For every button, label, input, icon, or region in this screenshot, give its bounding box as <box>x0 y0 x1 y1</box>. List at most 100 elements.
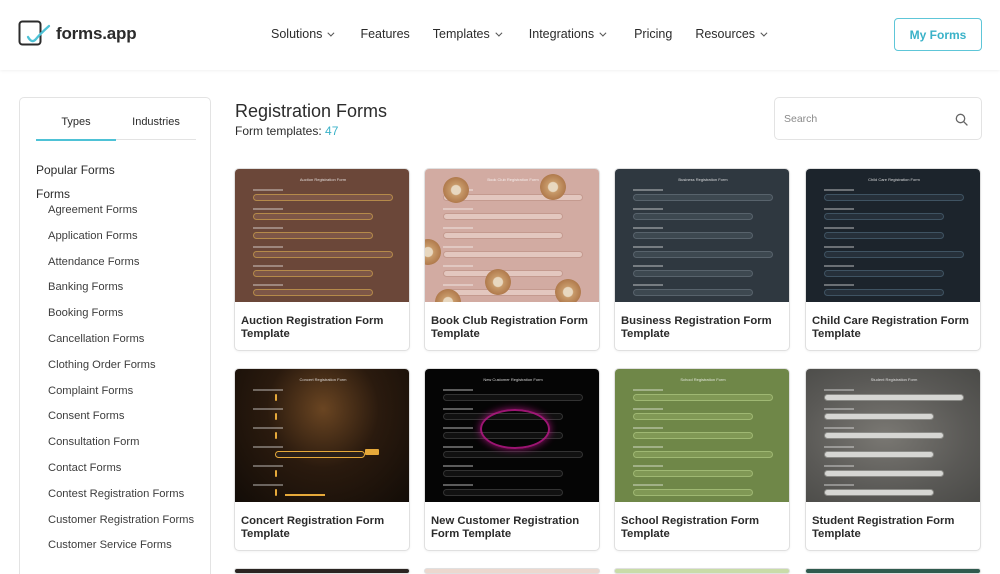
main-nav: Solutions Features Templates Integrations Pr… <box>271 27 768 41</box>
template-card[interactable]: School Registration Form School Registrat… <box>614 368 790 551</box>
template-card[interactable]: Student Registration Form Student Registr… <box>805 368 981 551</box>
sidebar-popular-forms[interactable]: Popular Forms <box>36 163 115 177</box>
chevron-down-icon <box>495 29 503 37</box>
template-thumbnail: Auction Registration Form <box>235 169 409 302</box>
thumbnail-field-label <box>633 484 663 486</box>
thumbnail-field-label <box>633 465 663 467</box>
top-navbar: forms.app Solutions Features Templates Inte… <box>0 0 1000 70</box>
thumbnail-field <box>253 251 393 258</box>
thumbnail-field-label <box>633 389 663 391</box>
thumbnail-field-label <box>824 465 854 467</box>
nav-label: Pricing <box>634 27 673 41</box>
sidebar-item[interactable]: Application Forms <box>48 230 208 243</box>
thumbnail-field-label <box>443 227 473 229</box>
thumbnail-field-label <box>253 446 283 448</box>
donut-decoration <box>485 269 511 295</box>
template-card-partial[interactable] <box>234 568 410 574</box>
thumbnail-field-label <box>443 246 473 248</box>
sidebar-tabs: Types Industries <box>36 114 196 141</box>
nav-label: Templates <box>432 27 490 41</box>
template-card-partial[interactable] <box>614 568 790 574</box>
nav-features[interactable]: Features <box>360 27 409 41</box>
template-card-partial[interactable] <box>805 568 981 574</box>
sidebar-item[interactable]: Cancellation Forms <box>48 333 208 346</box>
template-card[interactable]: Child Care Registration Form Child Care R… <box>805 168 981 351</box>
nav-label: Solutions <box>271 27 323 41</box>
sidebar-item[interactable]: Customer Service Forms <box>48 539 208 552</box>
sidebar-forms-heading[interactable]: Forms <box>36 187 70 201</box>
donut-decoration <box>555 279 581 302</box>
sidebar-item[interactable]: Consultation Form <box>48 436 208 449</box>
template-thumbnail: Student Registration Form <box>806 369 980 502</box>
thumbnail-field <box>633 394 773 401</box>
template-card-title: Student Registration Form Template <box>812 515 955 540</box>
thumbnail-field <box>443 451 583 458</box>
thumbnail-field <box>824 270 944 277</box>
thumbnail-field <box>633 232 753 239</box>
template-card[interactable]: Auction Registration Form Auction Registr… <box>234 168 410 351</box>
thumbnail-field-label <box>633 446 663 448</box>
nav-templates[interactable]: Templates <box>432 27 503 41</box>
search-input[interactable] <box>784 110 944 128</box>
thumbnail-field <box>633 213 753 220</box>
sidebar-item[interactable]: Attendance Forms <box>48 256 208 269</box>
sidebar-item[interactable]: Booking Forms <box>48 307 208 320</box>
thumbnail-field-label <box>633 227 663 229</box>
tab-types[interactable]: Types <box>36 114 116 141</box>
thumbnail-field <box>824 394 964 401</box>
template-card[interactable]: Book Club Registration Form Book Club Reg… <box>424 168 600 351</box>
nav-integrations[interactable]: Integrations <box>528 27 607 41</box>
nav-resources[interactable]: Resources <box>695 27 768 41</box>
thumbnail-field-label <box>443 408 473 410</box>
thumbnail-field <box>824 251 964 258</box>
thumbnail-field <box>633 289 753 296</box>
thumbnail-field-label <box>633 427 663 429</box>
thumbnail-field <box>275 451 365 458</box>
tab-industries[interactable]: Industries <box>116 114 196 139</box>
thumbnail-field-label <box>253 284 283 286</box>
thumbnail-field-label <box>443 465 473 467</box>
thumbnail-form-title: Auction Registration Form <box>299 177 347 182</box>
thumbnail-field <box>443 394 583 401</box>
sidebar-item[interactable]: Customer Registration Forms <box>48 514 208 527</box>
thumbnail-field-label <box>824 408 854 410</box>
template-card-partial[interactable] <box>424 568 600 574</box>
thumbnail-field-label <box>824 446 854 448</box>
sidebar-item[interactable]: Agreement Forms <box>48 204 208 217</box>
template-card-title: New Customer Registration Form Template <box>431 515 580 540</box>
template-thumbnail: New Customer Registration Form <box>425 369 599 502</box>
sidebar-item[interactable]: Consent Forms <box>48 410 208 423</box>
template-card[interactable]: Business Registration Form Business Regis… <box>614 168 790 351</box>
thumbnail-field <box>275 470 277 477</box>
search-box <box>774 97 982 140</box>
thumbnail-field-label <box>253 208 283 210</box>
thumbnail-field-label <box>443 284 473 286</box>
my-forms-button[interactable]: My Forms <box>894 18 982 51</box>
donut-decoration <box>425 239 441 265</box>
thumbnail-field <box>824 213 944 220</box>
thumbnail-field <box>443 489 563 496</box>
thumbnail-field-label <box>633 246 663 248</box>
thumbnail-field-label <box>824 208 854 210</box>
nav-label: Integrations <box>528 27 595 41</box>
sidebar-form-list: Agreement Forms Application Forms Attendan… <box>48 204 208 565</box>
thumbnail-field-label <box>443 427 473 429</box>
template-card[interactable]: New Customer Registration Form New Custom… <box>424 368 600 551</box>
template-thumbnail: Child Care Registration Form <box>806 169 980 302</box>
nav-pricing[interactable]: Pricing <box>634 27 672 41</box>
sidebar-item[interactable]: Contact Forms <box>48 462 208 475</box>
thumbnail-field-label <box>253 484 283 486</box>
sidebar-item[interactable]: Complaint Forms <box>48 385 208 398</box>
sidebar-item[interactable]: Contest Registration Forms <box>48 488 208 501</box>
thumbnail-field <box>824 489 934 496</box>
search-icon[interactable] <box>955 113 968 126</box>
thumbnail-field <box>253 194 393 201</box>
nav-solutions[interactable]: Solutions <box>271 27 335 41</box>
logo[interactable]: forms.app <box>18 20 137 48</box>
thumbnail-field <box>253 232 373 239</box>
template-card[interactable]: Concert Registration Form Concert Registr… <box>234 368 410 551</box>
thumbnail-field <box>443 470 563 477</box>
chevron-down-icon <box>327 29 335 37</box>
sidebar-item[interactable]: Clothing Order Forms <box>48 359 208 372</box>
sidebar-item[interactable]: Banking Forms <box>48 281 208 294</box>
